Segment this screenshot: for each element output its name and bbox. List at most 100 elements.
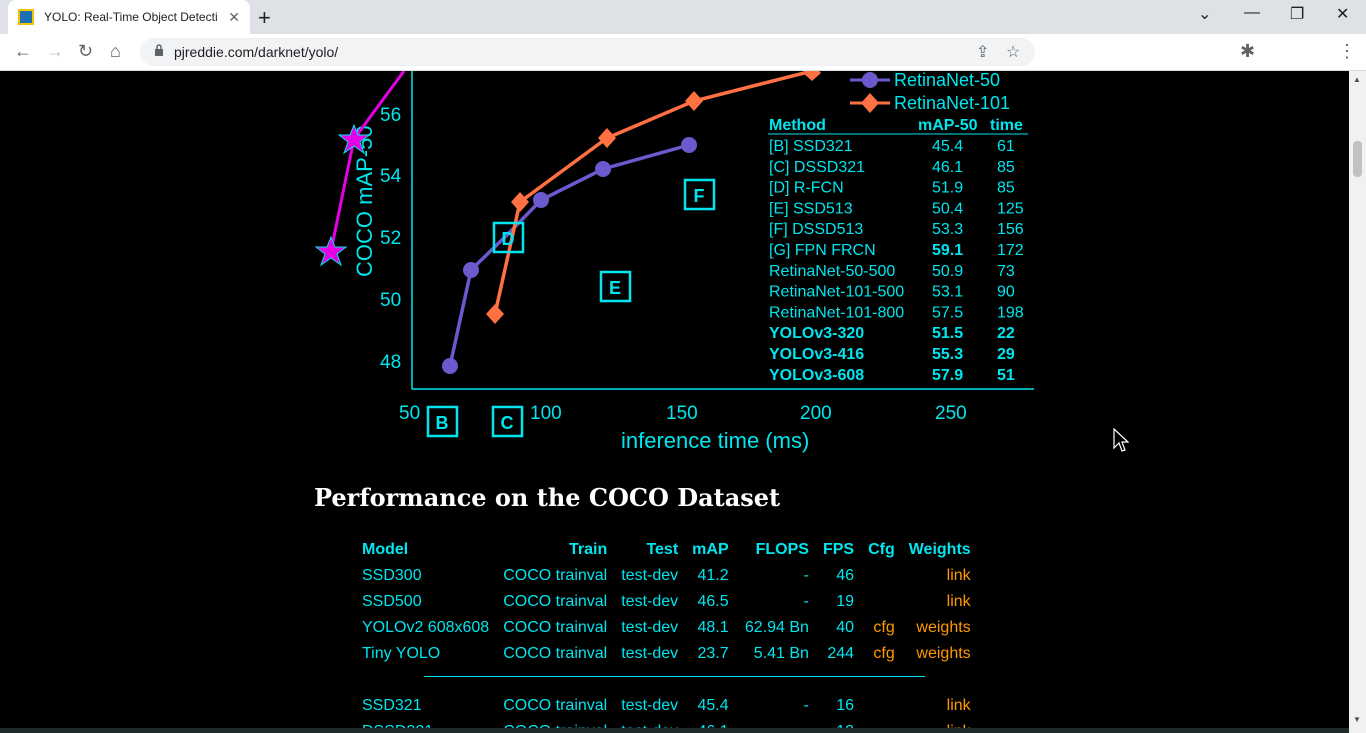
y-tick: 52 xyxy=(380,228,401,249)
mouse-cursor-icon xyxy=(1113,428,1129,452)
retinanet50-point xyxy=(442,358,458,374)
inset-cell-map: 51.9 xyxy=(932,180,963,197)
table-cell: SSD300 xyxy=(362,567,422,584)
table-cell: SSD500 xyxy=(362,593,422,610)
table-cell: Tiny YOLO xyxy=(362,645,441,662)
new-tab-icon[interactable]: + xyxy=(258,5,271,31)
menu-kebab-icon[interactable]: ⋮ xyxy=(1338,41,1356,62)
inset-cell-method: YOLOv3-320 xyxy=(769,325,864,342)
y-tick: 48 xyxy=(380,352,401,373)
scroll-up-icon[interactable]: ▲ xyxy=(1353,75,1361,84)
download-link[interactable]: weights xyxy=(902,615,978,641)
table-cell: 48.1 xyxy=(697,619,729,636)
table-cell: SSD321 xyxy=(362,697,422,714)
table-cell: 16 xyxy=(836,697,855,714)
table-cell: 62.94 Bn xyxy=(744,619,809,636)
home-icon[interactable]: ⌂ xyxy=(110,41,121,62)
table-cell: COCO trainval xyxy=(503,645,608,662)
download-link[interactable]: cfg xyxy=(861,641,902,667)
reload-icon[interactable]: ↻ xyxy=(78,41,93,62)
column-header: Weights xyxy=(908,541,971,558)
inset-cell-time: 125 xyxy=(997,200,1024,217)
table-cell: test-dev xyxy=(621,645,679,662)
box-label: D xyxy=(502,229,515,249)
close-window-icon[interactable]: ✕ xyxy=(1336,4,1349,24)
address-bar[interactable]: pjreddie.com/darknet/yolo/ ⇪ ☆ xyxy=(140,38,1035,66)
inset-cell-map: 53.3 xyxy=(932,221,963,238)
table-cell: test-dev xyxy=(621,593,679,610)
inset-cell-time: 61 xyxy=(997,138,1015,155)
bookmark-star-icon[interactable]: ☆ xyxy=(1006,42,1020,62)
scroll-thumb[interactable] xyxy=(1353,141,1362,177)
y-axis-label: COCO mAP-50 xyxy=(352,125,377,277)
inset-header: time xyxy=(990,117,1023,134)
inset-cell-map: 50.4 xyxy=(932,200,963,217)
lock-icon xyxy=(155,44,163,56)
legend-label: RetinaNet-101 xyxy=(894,93,1010,113)
favicon-icon xyxy=(18,9,34,25)
retinanet101-point xyxy=(598,128,616,148)
tab-search-icon[interactable]: ⌄ xyxy=(1198,4,1211,24)
table-cell xyxy=(861,693,902,719)
retinanet101-point xyxy=(803,71,821,81)
back-icon[interactable]: ← xyxy=(14,41,32,62)
download-link[interactable]: link xyxy=(902,563,978,589)
x-tick: 100 xyxy=(530,403,562,424)
inset-cell-method: [G] FPN FRCN xyxy=(769,242,876,259)
inset-cell-method: [D] R-FCN xyxy=(769,180,844,197)
yolov3-point xyxy=(314,235,348,267)
inset-cell-map: 50.9 xyxy=(932,263,963,280)
table-row: SSD500 COCO trainval test-dev 46.5 - 19 link xyxy=(355,589,978,615)
column-header: Model xyxy=(362,541,409,558)
legend-marker-retinanet50 xyxy=(862,72,878,88)
inset-cell-map: 55.3 xyxy=(932,346,963,363)
table-cell: test-dev xyxy=(621,567,679,584)
table-cell: 46.5 xyxy=(697,593,729,610)
retinanet50-point xyxy=(533,192,549,208)
table-cell: 45.4 xyxy=(697,697,729,714)
browser-toolbar: ← → ↻ ⌂ pjreddie.com/darknet/yolo/ ⇪ ☆ 1… xyxy=(0,34,1366,98)
section-heading: Performance on the COCO Dataset xyxy=(314,483,781,512)
box-label: C xyxy=(501,413,514,433)
table-cell: - xyxy=(803,593,809,610)
box-label: F xyxy=(694,186,705,206)
page-scrollbar[interactable]: ▲ ▼ xyxy=(1349,71,1366,733)
inset-cell-time: 85 xyxy=(997,180,1015,197)
table-cell xyxy=(861,589,902,615)
table-cell: 40 xyxy=(836,619,855,636)
download-link[interactable]: link xyxy=(902,589,978,615)
table-row: Tiny YOLO COCO trainval test-dev 23.7 5.41 B… xyxy=(355,641,978,667)
inset-cell-time: 22 xyxy=(997,325,1015,342)
inset-cell-time: 172 xyxy=(997,242,1024,259)
restore-icon[interactable]: ❐ xyxy=(1290,4,1304,24)
inset-cell-method: [C] DSSD321 xyxy=(769,159,865,176)
inset-cell-map: 45.4 xyxy=(932,138,963,155)
table-header-row: Model Train Test mAP FLOPS FPS Cfg Weigh… xyxy=(355,537,978,563)
puzzle-extensions-icon[interactable]: ✱ xyxy=(1240,41,1255,62)
inset-header: Method xyxy=(769,117,826,134)
column-header: Test xyxy=(646,541,679,558)
inset-cell-method: [F] DSSD513 xyxy=(769,221,863,238)
table-cell: 41.2 xyxy=(697,567,729,584)
inset-cell-method: RetinaNet-101-500 xyxy=(769,284,904,301)
minimize-icon[interactable]: — xyxy=(1244,4,1260,22)
download-link[interactable]: cfg xyxy=(861,615,902,641)
download-link[interactable]: weights xyxy=(902,641,978,667)
inset-cell-method: YOLOv3-608 xyxy=(769,367,864,384)
forward-icon[interactable]: → xyxy=(46,41,64,62)
inset-cell-method: RetinaNet-50-500 xyxy=(769,263,895,280)
column-header: Train xyxy=(569,541,608,558)
browser-tab[interactable]: YOLO: Real-Time Object Detection ✕ xyxy=(8,0,250,34)
scroll-down-icon[interactable]: ▼ xyxy=(1353,715,1361,724)
table-cell: COCO trainval xyxy=(503,619,608,636)
share-icon[interactable]: ⇪ xyxy=(976,42,989,62)
table-cell: COCO trainval xyxy=(503,567,608,584)
inset-cell-time: 29 xyxy=(997,346,1015,363)
box-label: E xyxy=(609,278,621,298)
column-header: Cfg xyxy=(868,541,895,558)
retinanet50-point xyxy=(595,161,611,177)
close-tab-icon[interactable]: ✕ xyxy=(228,9,240,26)
download-link[interactable]: link xyxy=(902,693,978,719)
column-header: FPS xyxy=(822,541,855,558)
retinanet101-point xyxy=(511,192,529,212)
